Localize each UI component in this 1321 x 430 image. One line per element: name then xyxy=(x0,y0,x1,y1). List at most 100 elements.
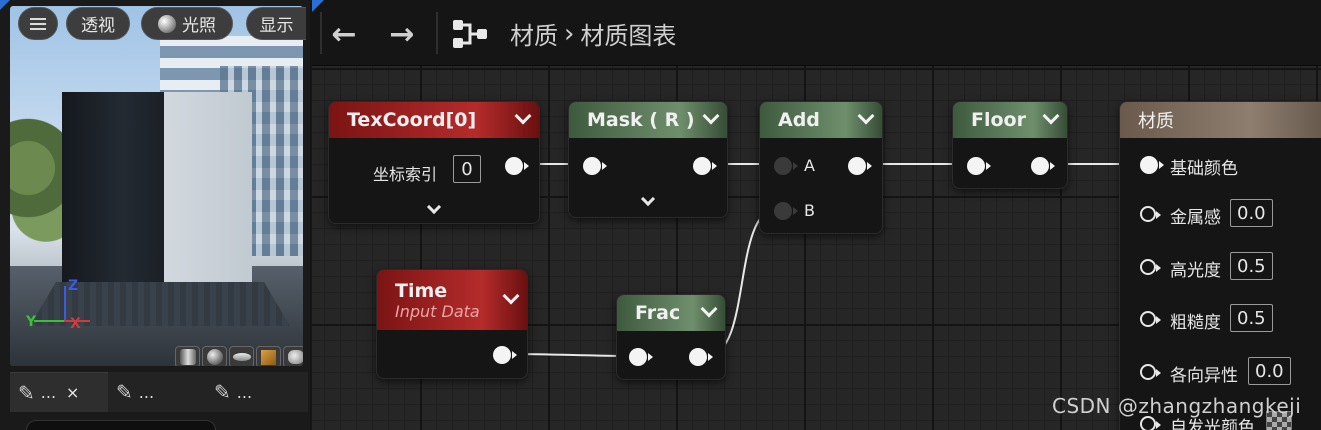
roughness-pin[interactable] xyxy=(1140,311,1161,327)
coordinate-index-value[interactable]: 0 xyxy=(453,155,481,183)
metallic-label: 金属感 xyxy=(1170,208,1221,228)
preview-cube-button[interactable] xyxy=(256,346,281,366)
lighting-label: 光照 xyxy=(182,16,216,36)
preview-teapot-button[interactable] xyxy=(283,346,303,366)
perspective-button[interactable]: 透视 xyxy=(66,7,130,40)
preview-viewport[interactable]: Z X Y xyxy=(10,6,303,366)
details-tab-2[interactable]: ✎ ... xyxy=(108,372,206,412)
show-button[interactable]: 显示 xyxy=(246,7,306,40)
cube-icon xyxy=(261,349,276,365)
frac-input-pin[interactable] xyxy=(629,348,653,366)
node-add-header[interactable]: Add xyxy=(760,102,882,138)
back-button[interactable]: ← xyxy=(324,14,364,54)
node-texcoord-header[interactable]: TexCoord[0] xyxy=(329,102,539,138)
preview-sphere-button[interactable] xyxy=(202,346,227,366)
axis-z-label: Z xyxy=(68,278,79,294)
preview-plane-button[interactable] xyxy=(229,346,254,366)
add-input-a-pin[interactable] xyxy=(774,157,798,175)
node-material-header[interactable]: 材质 xyxy=(1120,102,1321,138)
add-input-b-label: B xyxy=(804,201,815,220)
chevron-down-icon[interactable] xyxy=(700,300,718,318)
chevron-down-icon[interactable] xyxy=(514,107,532,125)
preview-cylinder-button[interactable] xyxy=(175,346,200,366)
axis-y-label: Y xyxy=(26,314,37,330)
node-title: Floor xyxy=(971,109,1026,131)
node-title: Add xyxy=(778,109,820,131)
perspective-label: 透视 xyxy=(81,16,115,36)
chevron-down-icon[interactable] xyxy=(857,107,875,125)
mask-input-pin[interactable] xyxy=(583,157,607,175)
details-tab-strip: ✎ ... × ✎ ... ✎ ... xyxy=(10,372,308,412)
pencil-icon: ✎ xyxy=(18,380,35,405)
anisotropy-value[interactable]: 0.0 xyxy=(1248,357,1291,385)
details-search-bar[interactable] xyxy=(26,420,216,430)
roughness-label: 粗糙度 xyxy=(1170,313,1221,333)
floor-input-pin[interactable] xyxy=(967,157,991,175)
node-title: Time xyxy=(395,279,448,302)
base-color-pin[interactable] xyxy=(1140,156,1164,174)
graph-corner-marker xyxy=(312,0,324,12)
graph-nodes-icon xyxy=(453,20,487,48)
specular-value[interactable]: 0.5 xyxy=(1230,252,1273,280)
breadcrumb-root[interactable]: 材质 xyxy=(510,16,558,51)
viewport-panel: Z X Y 透视 光照 显示 ✎ ... × ✎ ... ✎ ... xyxy=(0,0,310,430)
anisotropy-label: 各向异性 xyxy=(1170,366,1238,386)
details-tab-label: ... xyxy=(138,382,155,402)
mask-output-pin[interactable] xyxy=(693,157,717,175)
hamburger-icon xyxy=(30,17,46,30)
anisotropy-pin[interactable] xyxy=(1140,364,1161,380)
node-texcoord[interactable]: TexCoord[0] 坐标索引 0 xyxy=(328,101,540,224)
add-output-pin[interactable] xyxy=(848,157,872,175)
details-tab-1[interactable]: ✎ ... × xyxy=(10,372,108,412)
specular-label: 高光度 xyxy=(1170,261,1221,281)
show-label: 显示 xyxy=(259,16,294,36)
breadcrumb: 材质 › 材质图表 xyxy=(510,16,676,51)
add-input-b-pin[interactable] xyxy=(774,202,798,220)
breadcrumb-current: 材质图表 xyxy=(580,22,677,50)
chevron-right-icon: › xyxy=(564,18,575,49)
texcoord-output-pin[interactable] xyxy=(505,157,529,175)
chevron-down-icon[interactable] xyxy=(640,191,656,207)
lighting-button[interactable]: 光照 xyxy=(141,7,233,40)
chevron-down-icon[interactable] xyxy=(502,287,520,305)
chevron-down-icon[interactable] xyxy=(1042,107,1060,125)
node-frac[interactable]: Frac xyxy=(616,294,726,380)
details-tab-label: ... xyxy=(40,383,57,402)
preview-cube-light-face xyxy=(164,92,252,282)
background-trees xyxy=(10,116,70,246)
node-mask[interactable]: Mask ( R ) xyxy=(568,101,728,218)
node-floor[interactable]: Floor xyxy=(952,101,1068,189)
node-add[interactable]: Add A B xyxy=(759,101,883,234)
floor-output-pin[interactable] xyxy=(1031,157,1055,175)
cylinder-icon xyxy=(179,349,196,365)
toolbar-separator xyxy=(436,12,438,54)
arrow-right-icon: → xyxy=(389,16,415,52)
forward-button[interactable]: → xyxy=(382,14,422,54)
viewport-menu-button[interactable] xyxy=(18,7,58,40)
specular-pin[interactable] xyxy=(1140,259,1161,275)
node-title: TexCoord[0] xyxy=(347,109,477,131)
node-mask-header[interactable]: Mask ( R ) xyxy=(569,102,727,138)
details-tab-3[interactable]: ✎ ... xyxy=(206,372,304,412)
node-frac-header[interactable]: Frac xyxy=(617,295,725,331)
chevron-down-icon[interactable] xyxy=(426,199,442,215)
frac-output-pin[interactable] xyxy=(689,348,713,366)
emissive-color-pin[interactable] xyxy=(1140,416,1161,430)
metallic-value[interactable]: 0.0 xyxy=(1230,199,1273,227)
metallic-pin[interactable] xyxy=(1140,206,1161,222)
material-graph-panel: ← → 材质 › 材质图表 TexCoord[0] 坐标索引 0 Mask (… xyxy=(312,0,1321,430)
base-color-label: 基础颜色 xyxy=(1170,159,1238,179)
time-output-pin[interactable] xyxy=(493,346,517,364)
node-time[interactable]: Time Input Data xyxy=(376,269,528,379)
viewport-corner-marker xyxy=(0,0,10,10)
axis-gizmo: Z X Y xyxy=(26,276,96,336)
roughness-value[interactable]: 0.5 xyxy=(1230,304,1273,332)
close-icon[interactable]: × xyxy=(66,383,79,402)
axis-x-label: X xyxy=(70,316,81,332)
node-material-result[interactable]: 材质 基础颜色 金属感 0.0 高光度 0.5 粗糙度 0.5 各向异性 0.0… xyxy=(1119,101,1321,430)
node-time-header[interactable]: Time Input Data xyxy=(377,270,527,330)
chevron-down-icon[interactable] xyxy=(702,107,720,125)
node-floor-header[interactable]: Floor xyxy=(953,102,1067,138)
preview-shape-buttons xyxy=(175,346,303,366)
watermark: CSDN @zhangzhangkeji xyxy=(1052,394,1302,418)
